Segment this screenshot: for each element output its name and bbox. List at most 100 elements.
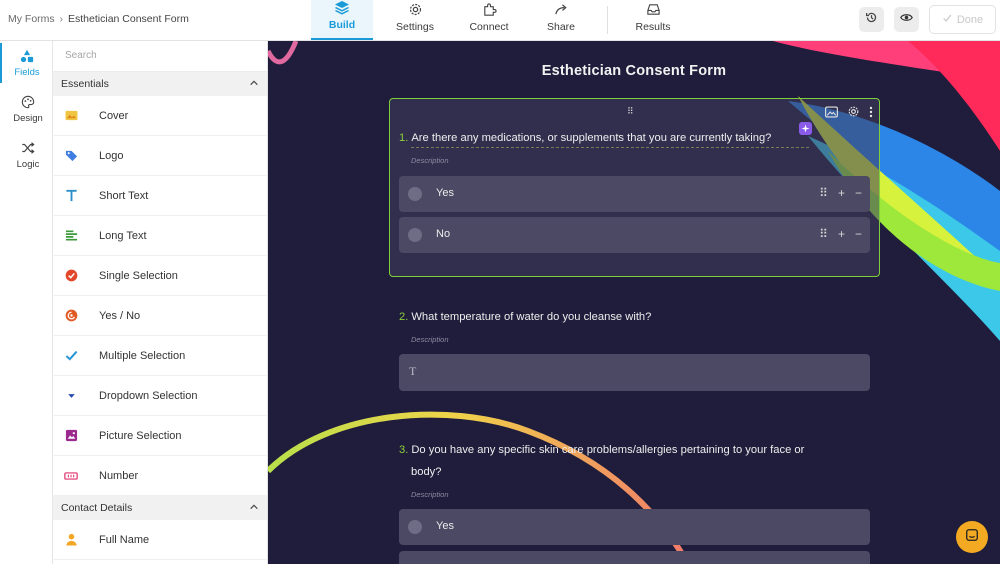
shuffle-icon	[20, 140, 36, 156]
field-item-logo[interactable]: Logo	[53, 136, 267, 176]
done-button[interactable]: Done	[929, 5, 996, 34]
question-2-text[interactable]: 2. What temperature of water do you clean…	[399, 306, 651, 328]
drag-handle-icon[interactable]: ⠿	[819, 186, 828, 200]
check-icon	[942, 13, 952, 26]
plus-icon[interactable]: +	[838, 186, 845, 200]
left-rail: Fields Design Logic	[0, 41, 53, 564]
field-item-picture-selection[interactable]: Picture Selection	[53, 416, 267, 456]
checkmark-icon	[64, 349, 78, 363]
text-t-icon: T	[409, 364, 417, 378]
option-label: Yes	[436, 520, 454, 532]
person-icon	[64, 533, 78, 547]
field-item-short-text[interactable]: Short Text	[53, 176, 267, 216]
field-item-yes-no[interactable]: Yes / No	[53, 296, 267, 336]
breadcrumb-my-forms[interactable]: My Forms	[8, 13, 55, 25]
minus-icon[interactable]: −	[855, 227, 862, 241]
share-arrow-icon	[552, 0, 570, 18]
inbox-icon	[644, 0, 662, 18]
question-1-description[interactable]: Description	[411, 156, 449, 165]
tab-connect[interactable]: Connect	[460, 0, 518, 40]
tab-results[interactable]: Results	[626, 0, 680, 40]
tab-build[interactable]: Build	[311, 0, 373, 40]
rail-item-logic-label: Logic	[16, 159, 40, 170]
field-item-label: Picture Selection	[99, 429, 182, 442]
breadcrumb-current: Esthetician Consent Form	[68, 13, 189, 25]
question-underline	[411, 147, 809, 148]
puzzle-icon	[480, 0, 498, 18]
drag-handle-icon[interactable]: ⠿	[627, 106, 635, 117]
option-label: No	[436, 228, 451, 240]
field-item-label: Single Selection	[99, 269, 178, 282]
breadcrumb: My Forms › Esthetician Consent Form	[8, 13, 189, 25]
tab-settings[interactable]: Settings	[387, 0, 443, 40]
search-input[interactable]: Search	[53, 41, 267, 72]
breadcrumb-separator: ›	[59, 13, 64, 25]
chat-icon	[965, 528, 979, 547]
option-label: Yes	[436, 187, 454, 199]
question-1-number: 1.	[399, 132, 409, 144]
question-3-text[interactable]: 3. Do you have any specific skin care pro…	[399, 439, 804, 483]
question-2-description[interactable]: Description	[411, 335, 449, 344]
field-item-dropdown-selection[interactable]: Dropdown Selection	[53, 376, 267, 416]
option-controls: ⠿ + −	[819, 227, 862, 241]
plus-icon[interactable]: +	[838, 227, 845, 241]
field-item-label: Long Text	[99, 229, 147, 242]
rail-item-fields[interactable]: Fields	[0, 43, 52, 83]
history-button[interactable]	[859, 7, 884, 32]
option-yes[interactable]: Yes	[399, 509, 870, 545]
option-no[interactable]: No ⠿ + −	[399, 217, 870, 253]
section-contact-details[interactable]: Contact Details	[53, 496, 267, 520]
dropdown-icon	[64, 389, 78, 403]
form-title[interactable]: Esthetician Consent Form	[268, 63, 1000, 79]
section-contact-details-title: Contact Details	[61, 502, 133, 514]
question-3-label-line2: body?	[411, 466, 442, 478]
field-item-single-selection[interactable]: Single Selection	[53, 256, 267, 296]
chat-support-button[interactable]	[956, 521, 988, 553]
question-2-number: 2.	[399, 311, 409, 323]
drag-handle-icon[interactable]: ⠿	[819, 227, 828, 241]
field-item-multiple-selection[interactable]: Multiple Selection	[53, 336, 267, 376]
minus-icon[interactable]: −	[855, 186, 862, 200]
question-1-text[interactable]: 1. Are there any medications, or suppleme…	[399, 127, 771, 149]
tab-share[interactable]: Share	[536, 0, 586, 40]
field-item-cover[interactable]: Cover	[53, 96, 267, 136]
radio-icon	[408, 187, 422, 201]
fields-panel: Search Essentials Cover Logo Short Text …	[53, 41, 268, 564]
question-2-label: What temperature of water do you cleanse…	[411, 311, 652, 323]
field-item-full-name[interactable]: Full Name	[53, 520, 267, 560]
rail-item-logic[interactable]: Logic	[2, 135, 54, 175]
option-partial[interactable]	[399, 551, 870, 564]
palette-icon	[20, 94, 36, 110]
question-3-description[interactable]: Description	[411, 490, 449, 499]
option-controls: ⠿ + −	[819, 186, 862, 200]
toolbar-divider	[607, 6, 608, 34]
picture-icon	[64, 429, 78, 443]
radio-icon	[408, 520, 422, 534]
question-3-number: 3.	[399, 444, 409, 456]
card-toolbar	[825, 105, 873, 123]
tab-build-label: Build	[328, 19, 356, 31]
tag-icon	[64, 149, 78, 163]
section-essentials[interactable]: Essentials	[53, 72, 267, 96]
preview-button[interactable]	[894, 7, 919, 32]
rail-item-fields-label: Fields	[14, 67, 40, 78]
history-icon	[865, 11, 878, 29]
field-item-label: Logo	[99, 149, 124, 162]
shapes-icon	[19, 48, 35, 64]
ai-sparkle-icon[interactable]	[799, 122, 812, 135]
field-item-long-text[interactable]: Long Text	[53, 216, 267, 256]
option-yes[interactable]: Yes ⠿ + −	[399, 176, 870, 212]
image-icon[interactable]	[825, 105, 838, 123]
more-vertical-icon[interactable]	[869, 105, 873, 123]
short-text-answer-field[interactable]: T	[399, 354, 870, 391]
field-item-number[interactable]: Number	[53, 456, 267, 496]
rail-item-design-label: Design	[13, 113, 43, 124]
section-essentials-title: Essentials	[61, 78, 109, 90]
gear-icon[interactable]	[847, 105, 860, 123]
tab-connect-label: Connect	[469, 21, 509, 33]
paragraph-icon	[64, 229, 78, 243]
cover-icon	[64, 109, 78, 123]
eye-icon	[900, 11, 913, 29]
rail-item-design[interactable]: Design	[2, 89, 54, 129]
field-item-label: Yes / No	[99, 309, 141, 322]
